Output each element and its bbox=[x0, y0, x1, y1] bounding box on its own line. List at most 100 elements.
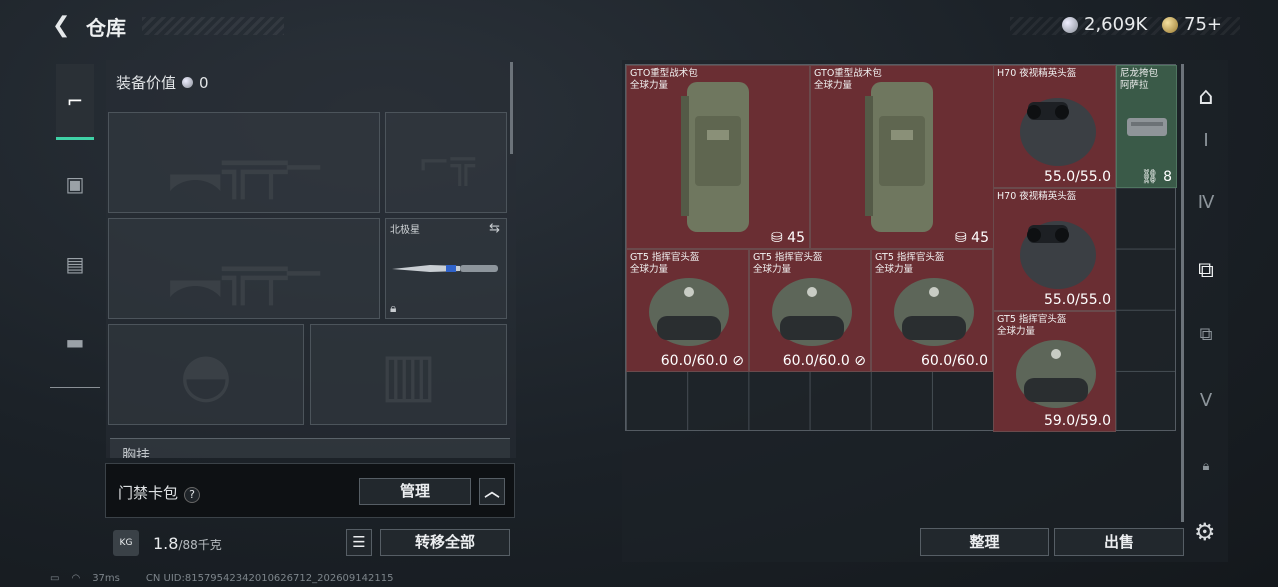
gold-amount: 75+ bbox=[1184, 14, 1222, 35]
storage-page-icon[interactable]: ⧉ bbox=[1188, 314, 1224, 354]
vest-silhouette-icon: ▥ bbox=[380, 339, 437, 410]
backpack-icon: ▣ bbox=[65, 172, 85, 196]
nvg-helmet-icon bbox=[1020, 221, 1096, 289]
uid-text: CN UID:8157954234201062671​2_20260914211… bbox=[145, 573, 394, 584]
item-backpack-1[interactable]: GTO重型战术包 全球力量 ⛁ 45 bbox=[626, 65, 810, 249]
bag-icon bbox=[1127, 118, 1167, 136]
gold-coin-icon bbox=[1162, 16, 1178, 33]
backpack-icon bbox=[681, 82, 749, 232]
pistol-silhouette-icon: ⌐╦ bbox=[417, 139, 475, 186]
item-name: GT5 指挥官头盔 bbox=[997, 314, 1067, 325]
item-backpack-2[interactable]: GTO重型战术包 全球力量 ⛁ 45 bbox=[810, 65, 994, 249]
briefcase-icon: ▬ bbox=[65, 330, 85, 354]
carry-weight: 1.8/88千克 bbox=[153, 534, 222, 553]
tab-weapons[interactable]: ⌐ bbox=[56, 64, 94, 140]
left-category-tabs: ⌐ ▣ ▤ ▬ bbox=[50, 60, 100, 388]
item-name: 尼龙挎包 bbox=[1120, 68, 1159, 79]
item-durability: 59.0/59.0 bbox=[1043, 413, 1111, 429]
melee-slot[interactable]: 北极星 ⇆ 🔒︎ bbox=[385, 218, 507, 319]
vest-icon: ▤ bbox=[65, 252, 85, 276]
silver-amount: 2,609K bbox=[1084, 14, 1148, 35]
item-sub: 阿萨拉 bbox=[1120, 80, 1149, 91]
chest-rig-slot[interactable]: 胸挂 bbox=[110, 438, 510, 458]
weight-kg-icon: KG bbox=[113, 530, 139, 556]
combat-helmet-icon bbox=[894, 278, 974, 346]
tab-case[interactable]: ▬ bbox=[56, 304, 94, 380]
storage-home-icon[interactable]: ⌂ bbox=[1188, 76, 1224, 116]
swap-icon[interactable]: ⇆ bbox=[489, 221, 500, 236]
item-name: GT5 指挥官头盔 bbox=[630, 252, 700, 263]
secondary-weapon-slot[interactable]: ︻╦╤─ bbox=[108, 218, 380, 319]
helmet-silhouette-icon: ◓ bbox=[179, 339, 233, 410]
expand-chevron-up-icon[interactable]: ︿ bbox=[479, 478, 505, 505]
sort-button[interactable]: 整理 bbox=[920, 528, 1049, 556]
access-card-bag: 门禁卡包? 管理 ︿ bbox=[105, 463, 515, 518]
combat-helmet-icon bbox=[649, 278, 729, 346]
rifle-silhouette-icon: ︻╦╤─ bbox=[168, 136, 320, 199]
storage-page-iv-icon[interactable]: Ⅳ bbox=[1188, 182, 1224, 222]
sell-button[interactable]: 出售 bbox=[1054, 528, 1184, 556]
pistol-slot[interactable]: ⌐╦ bbox=[385, 112, 507, 213]
item-durability: 55.0/55.0 bbox=[1043, 169, 1111, 185]
chest-rig-label: 胸挂 bbox=[122, 448, 150, 458]
storage-grid: GTO重型战术包 全球力量 ⛁ 45 GTO重型战术包 全球力量 ⛁ 45 H70 … bbox=[625, 64, 1177, 432]
list-view-icon[interactable]: ☰ bbox=[346, 529, 372, 556]
item-value: ⛁ 45 bbox=[770, 230, 805, 246]
gold-currency[interactable]: 75+ bbox=[1162, 14, 1222, 35]
storage-page-active-icon[interactable]: ⧉ bbox=[1188, 250, 1224, 290]
rifle-silhouette-icon: ︻╦╤─ bbox=[168, 242, 320, 305]
item-nvg-helmet-2[interactable]: H70 夜视精英头盔 55.0/55.0 bbox=[993, 188, 1116, 311]
storage-scrollbar[interactable] bbox=[1181, 64, 1184, 522]
item-durability: 60.0/60.0 ⊘ bbox=[782, 353, 866, 369]
nvg-helmet-icon bbox=[1020, 98, 1096, 166]
item-gt5-helmet-2[interactable]: GT5 指挥官头盔 全球力量 60.0/60.0 ⊘ bbox=[749, 249, 871, 372]
back-arrow-icon[interactable]: ❮ bbox=[52, 14, 74, 38]
ping-text: 37ms bbox=[92, 573, 120, 584]
tab-vest[interactable]: ▤ bbox=[56, 226, 94, 302]
item-nylon-bag[interactable]: 尼龙挎包 阿萨拉 ⛓ 8 bbox=[1116, 65, 1177, 188]
status-bar: ▭ ◠ 37ms CN UID:8157954234201062671​2_20… bbox=[50, 573, 393, 584]
primary-weapon-slot[interactable]: ︻╦╤─ bbox=[108, 112, 380, 213]
equipment-value: 装备价值 0 bbox=[116, 72, 209, 93]
combat-helmet-icon bbox=[772, 278, 852, 346]
weight-bar: KG 1.8/88千克 ☰ 转移全部 bbox=[105, 522, 515, 562]
help-icon[interactable]: ? bbox=[184, 487, 201, 503]
page-title: 仓库 bbox=[86, 16, 126, 40]
silver-coin-icon bbox=[1062, 16, 1078, 33]
melee-slot-label: 北极星 bbox=[390, 225, 420, 236]
title-stripe-decoration bbox=[142, 17, 284, 35]
item-durability: 55.0/55.0 bbox=[1043, 292, 1111, 308]
pistol-icon: ⌐ bbox=[66, 88, 84, 113]
item-gt5-helmet-1[interactable]: GT5 指挥官头盔 全球力量 60.0/60.0 ⊘ bbox=[626, 249, 749, 372]
transfer-all-button[interactable]: 转移全部 bbox=[380, 529, 510, 556]
item-name: H70 夜视精英头盔 bbox=[997, 191, 1077, 202]
equipment-scrollbar[interactable] bbox=[510, 62, 513, 154]
item-gt5-helmet-3[interactable]: GT5 指挥官头盔 全球力量 60.0/60.0 bbox=[871, 249, 993, 372]
item-name: GT5 指挥官头盔 bbox=[875, 252, 945, 263]
tab-armor[interactable]: ▣ bbox=[56, 146, 94, 222]
item-gt5-helmet-4[interactable]: GT5 指挥官头盔 全球力量 59.0/59.0 bbox=[993, 311, 1116, 432]
storage-page-v-icon[interactable]: Ⅴ bbox=[1188, 380, 1224, 420]
armor-slot[interactable]: ▥ bbox=[310, 324, 507, 425]
equipment-value-number: 0 bbox=[199, 73, 209, 92]
manage-button[interactable]: 管理 bbox=[359, 478, 471, 505]
wifi-icon: ◠ bbox=[71, 573, 81, 584]
item-nvg-helmet-1[interactable]: H70 夜视精英头盔 55.0/55.0 bbox=[993, 65, 1116, 188]
gear-icon[interactable]: ⚙ bbox=[1194, 518, 1216, 546]
storage-locked-icon[interactable]: 🔒︎ bbox=[1188, 446, 1224, 486]
item-durability: 60.0/60.0 ⊘ bbox=[660, 353, 744, 369]
item-durability: 60.0/60.0 bbox=[920, 353, 988, 369]
helmet-slot[interactable]: ◓ bbox=[108, 324, 304, 425]
access-card-label: 门禁卡包? bbox=[118, 482, 201, 503]
item-name: H70 夜视精英头盔 bbox=[997, 68, 1077, 79]
lock-icon: 🔒︎ bbox=[390, 301, 397, 315]
item-count: ⛓ 8 bbox=[1140, 169, 1172, 185]
storage-page-i-icon[interactable]: Ⅰ bbox=[1188, 120, 1224, 160]
equipment-panel: 装备价值 0 ︻╦╤─ ⌐╦ ︻╦╤─ 北极星 ⇆ 🔒︎ ◓ ▥ 胸挂 bbox=[106, 60, 516, 458]
combat-helmet-icon bbox=[1016, 340, 1096, 408]
silver-coin-icon bbox=[182, 77, 194, 88]
battery-icon: ▭ bbox=[50, 573, 60, 584]
backpack-icon bbox=[865, 82, 933, 232]
item-value: ⛁ 45 bbox=[954, 230, 989, 246]
silver-currency[interactable]: 2,609K bbox=[1062, 14, 1147, 35]
